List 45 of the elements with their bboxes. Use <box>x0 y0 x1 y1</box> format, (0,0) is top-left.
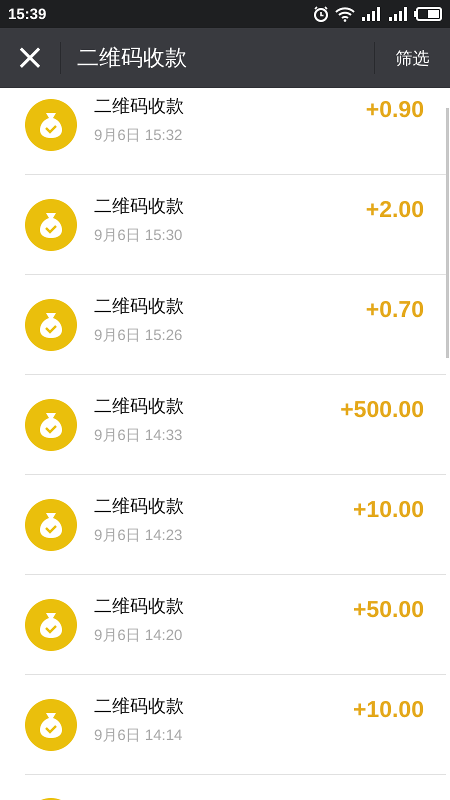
money-bag-icon <box>25 98 77 150</box>
signal-icon <box>360 6 382 22</box>
transaction-title: 二维码收款 <box>94 95 185 118</box>
money-bag-icon <box>25 198 77 250</box>
battery-icon <box>414 6 442 22</box>
transaction-date: 9月6日 15:26 <box>94 326 184 345</box>
transaction-amount: +0.90 <box>366 96 424 123</box>
transaction-amount: +10.00 <box>353 696 424 723</box>
transaction-row[interactable]: 二维码收款 9月6日 15:26 +0.70 <box>25 275 446 375</box>
transaction-title: 二维码收款 <box>94 395 185 418</box>
transaction-date: 9月6日 15:32 <box>94 126 184 145</box>
transaction-title: 二维码收款 <box>94 295 185 318</box>
transaction-date: 9月6日 14:33 <box>94 426 184 445</box>
transaction-date: 9月6日 14:20 <box>94 626 184 645</box>
transaction-title: 二维码收款 <box>94 695 185 718</box>
page-title: 二维码收款 <box>76 45 188 73</box>
money-bag-icon <box>25 698 77 750</box>
alarm-icon <box>312 5 330 23</box>
transaction-date: 9月6日 15:30 <box>94 226 184 245</box>
scrollbar[interactable] <box>446 108 449 358</box>
transaction-row[interactable]: 二维码收款 9月6日 14:23 +10.00 <box>25 475 446 575</box>
transaction-row[interactable]: 二维码收款 9月6日 14:33 +500.00 <box>25 375 446 475</box>
transaction-row[interactable]: 二维码收款 9月6日 15:30 +2.00 <box>25 175 446 275</box>
transaction-title: 二维码收款 <box>94 195 185 218</box>
filter-button[interactable]: 筛选 <box>375 28 450 88</box>
signal-icon <box>387 6 409 22</box>
money-bag-icon <box>25 398 77 450</box>
clock-time: 15:39 <box>8 6 46 22</box>
transaction-title: 二维码收款 <box>94 495 185 518</box>
transaction-row[interactable]: 二维码收款 9月6日 14:20 +50.00 <box>25 575 446 675</box>
transaction-amount: +2.00 <box>366 196 424 223</box>
transaction-row[interactable]: 二维码收款 9月6日 15:32 +0.90 <box>25 88 446 175</box>
transaction-date: 9月6日 14:14 <box>94 726 184 745</box>
transaction-title: 二维码收款 <box>94 595 185 618</box>
transaction-amount: +50.00 <box>353 596 424 623</box>
money-bag-icon <box>25 598 77 650</box>
transaction-date: 9月6日 14:23 <box>94 526 184 545</box>
money-bag-icon <box>25 498 77 550</box>
money-bag-icon <box>25 298 77 350</box>
transaction-amount: +0.70 <box>366 296 424 323</box>
close-button[interactable]: × <box>0 28 60 88</box>
transaction-row[interactable]: 二维码收款 9月6日 14:14 +10.00 <box>25 675 446 775</box>
wifi-icon <box>335 6 355 22</box>
transaction-amount: +500.00 <box>340 396 424 423</box>
transaction-amount: +10.00 <box>353 496 424 523</box>
